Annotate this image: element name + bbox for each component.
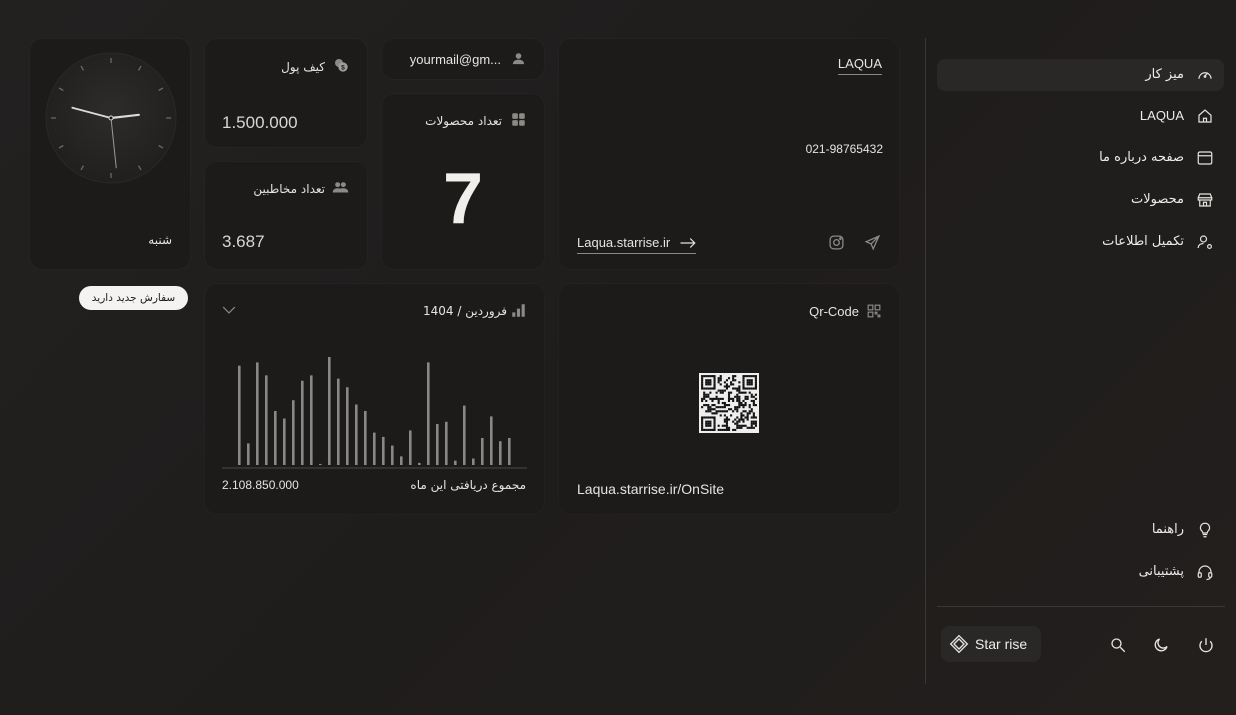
chart-bar xyxy=(436,423,439,465)
chart-bar xyxy=(292,400,295,465)
star-rise-logo-icon xyxy=(949,634,969,654)
sidebar-item-label: تکمیل اطلاعات xyxy=(1102,234,1184,249)
support-label: پشتیبانی xyxy=(1138,564,1184,579)
sidebar-item-support[interactable]: پشتیبانی xyxy=(937,556,1224,588)
email-value: yourmail@gm... xyxy=(409,52,501,67)
sidebar-item-label: صفحه درباره ما xyxy=(1099,150,1184,165)
wallet-value: 1.500.000 xyxy=(222,113,298,132)
grid-icon xyxy=(512,113,525,126)
bar-chart-icon xyxy=(512,304,525,317)
coins-icon: $ xyxy=(335,59,348,72)
sidebar-item-laqua[interactable]: LAQUA xyxy=(937,100,1224,132)
chart-bar xyxy=(256,362,259,465)
chart-bar xyxy=(463,405,466,465)
chart-bar xyxy=(319,463,322,465)
products-title: تعداد محصولات xyxy=(425,114,502,128)
browser-window-icon xyxy=(1197,151,1213,165)
chart-bar xyxy=(265,375,268,465)
income-bar-chart xyxy=(222,357,527,469)
sidebar-item-complete-info[interactable]: تکمیل اطلاعات xyxy=(937,226,1224,258)
clock-card: شنبه xyxy=(30,39,190,269)
sidebar-item-products[interactable]: محصولات xyxy=(937,184,1224,216)
chart-bar xyxy=(454,460,457,465)
chart-bar xyxy=(409,430,412,465)
wallet-card: کیف پول $ 1.500.000 xyxy=(205,39,367,147)
users-group-icon xyxy=(332,182,349,193)
chart-bar xyxy=(346,387,349,465)
chart-bar xyxy=(247,443,250,465)
products-count-card: تعداد محصولات 7 xyxy=(382,94,544,269)
company-site-link-text: Laqua.starrise.ir xyxy=(577,235,671,250)
wallet-title: کیف پول xyxy=(281,60,325,74)
dashboard-gauge-icon xyxy=(1198,72,1212,79)
chart-bar xyxy=(337,378,340,465)
search-icon[interactable] xyxy=(1109,636,1127,654)
help-label: راهنما xyxy=(1151,522,1184,537)
sidebar-item-dashboard[interactable]: میز کار xyxy=(937,59,1224,91)
sidebar-bottom-divider xyxy=(937,606,1225,607)
email-card[interactable]: yourmail@gm... xyxy=(382,39,544,79)
chart-bar xyxy=(283,418,286,465)
chart-bar xyxy=(391,445,394,465)
headset-icon xyxy=(1197,565,1213,581)
chart-period-label: فروردین / 1404 xyxy=(423,304,507,318)
contacts-value: 3.687 xyxy=(222,232,265,251)
sidebar-item-help[interactable]: راهنما xyxy=(937,514,1224,546)
analog-clock xyxy=(45,52,177,184)
user-icon xyxy=(512,53,525,65)
chart-bar xyxy=(481,438,484,465)
telegram-send-icon[interactable] xyxy=(864,234,881,251)
power-icon[interactable] xyxy=(1197,636,1215,654)
chart-bar xyxy=(445,421,448,465)
qr-link[interactable]: Laqua.starrise.ir/OnSite xyxy=(577,481,724,497)
sidebar-item-label: LAQUA xyxy=(1139,108,1184,123)
chart-bar xyxy=(427,362,430,465)
home-icon xyxy=(1198,109,1212,123)
company-name: LAQUA xyxy=(837,56,882,75)
day-label: شنبه xyxy=(148,233,172,247)
contacts-title: تعداد مخاطبین xyxy=(253,182,325,196)
brand-label: Star rise xyxy=(975,636,1028,652)
chart-bar xyxy=(355,404,358,465)
store-icon xyxy=(1197,193,1213,207)
chevron-down-icon[interactable] xyxy=(222,304,236,316)
income-chart-card: فروردین / 1404 مجموع دریافتی این ماه 2.1… xyxy=(205,284,544,514)
chart-bar xyxy=(364,411,367,465)
chart-bar xyxy=(490,416,493,465)
chart-bar xyxy=(499,441,502,465)
chart-bar xyxy=(310,375,313,465)
chart-bar xyxy=(472,458,475,465)
chart-total-value: 2.108.850.000 xyxy=(222,478,299,492)
qr-title: Qr-Code xyxy=(809,304,859,319)
chart-bar xyxy=(508,438,511,465)
chart-bar xyxy=(400,456,403,465)
qr-code-image[interactable] xyxy=(699,373,759,433)
contacts-card: تعداد مخاطبین 3.687 xyxy=(205,162,367,269)
company-phone: 021-98765432 xyxy=(805,142,883,156)
sidebar-item-label: میز کار xyxy=(1145,67,1184,82)
chart-bar xyxy=(328,357,331,465)
chart-bar xyxy=(382,436,385,465)
products-value: 7 xyxy=(443,159,484,239)
svg-text:$: $ xyxy=(341,65,345,72)
chart-bar xyxy=(274,411,277,465)
user-settings-icon xyxy=(1197,235,1212,249)
new-order-notification[interactable]: سفارش جدید دارید xyxy=(79,286,188,310)
sidebar-item-about[interactable]: صفحه درباره ما xyxy=(937,142,1224,174)
sidebar-divider xyxy=(925,38,926,684)
lightbulb-icon xyxy=(1199,522,1211,538)
qr-code-icon xyxy=(867,304,881,318)
company-card: LAQUA 021-98765432 Laqua.starrise.ir xyxy=(559,39,899,269)
chart-bar xyxy=(373,432,376,465)
dark-mode-moon-icon[interactable] xyxy=(1152,636,1170,654)
chart-total-label: مجموع دریافتی این ماه xyxy=(410,478,526,492)
chart-bar xyxy=(418,462,421,465)
chart-bar xyxy=(238,365,241,465)
chart-bar xyxy=(301,380,304,465)
instagram-icon[interactable] xyxy=(828,234,845,251)
arrow-right-icon xyxy=(680,238,696,248)
brand-button[interactable]: Star rise xyxy=(941,626,1041,662)
sidebar-item-label: محصولات xyxy=(1131,192,1184,207)
